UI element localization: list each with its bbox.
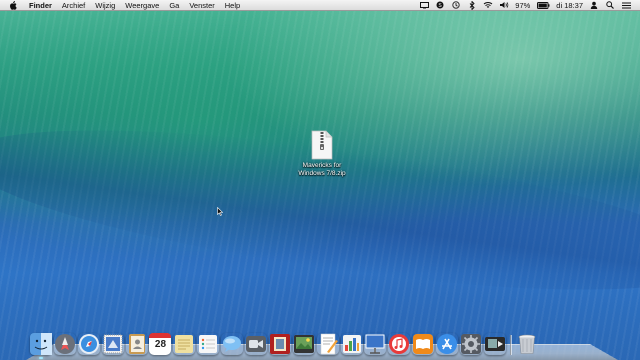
mail-stamp-icon-glyph xyxy=(103,334,123,354)
trash-glyph xyxy=(518,334,536,354)
menu-finder[interactable]: Finder xyxy=(24,0,57,11)
system-preferences-icon-glyph xyxy=(461,334,482,354)
itunes-icon[interactable] xyxy=(388,333,410,355)
photo-slideshow-icon[interactable] xyxy=(484,333,506,355)
safari-icon[interactable] xyxy=(78,333,100,355)
menu-clock[interactable]: di 18:37 xyxy=(556,1,583,10)
messages-icon[interactable] xyxy=(221,333,243,355)
menu-venster[interactable]: Venster xyxy=(184,0,219,11)
photo-booth-icon[interactable] xyxy=(269,333,291,355)
spotlight-icon[interactable] xyxy=(605,0,615,10)
battery-icon[interactable] xyxy=(536,0,550,10)
mouse-cursor-icon xyxy=(217,207,223,216)
desktop-file-zip[interactable]: Mavericks for Windows 7/8.zip xyxy=(291,130,353,177)
menu-weergave[interactable]: Weergave xyxy=(120,0,164,11)
apple-menu-icon[interactable] xyxy=(9,0,18,10)
contacts-icon[interactable] xyxy=(126,333,148,355)
launchpad-icon-glyph xyxy=(54,334,75,354)
time-machine-icon[interactable] xyxy=(451,0,461,10)
iphoto-icon-glyph xyxy=(293,335,314,353)
iphoto-icon[interactable] xyxy=(293,333,315,355)
dock-separator xyxy=(509,335,512,355)
notes-icon[interactable] xyxy=(173,333,195,355)
file-name-line2: Windows 7/8.zip xyxy=(298,169,346,177)
list-icon[interactable] xyxy=(621,0,631,10)
menu-ga[interactable]: Ga xyxy=(164,0,184,11)
skype-icon[interactable]: S xyxy=(435,0,445,10)
display-icon[interactable] xyxy=(419,0,429,10)
running-indicator xyxy=(39,357,43,359)
numbers-icon[interactable] xyxy=(341,333,363,355)
messages-icon-glyph xyxy=(223,336,242,352)
trash-icon[interactable] xyxy=(516,333,538,355)
dock: 28 xyxy=(30,327,616,359)
notes-icon-glyph xyxy=(175,335,194,353)
numbers-icon-glyph xyxy=(342,335,361,353)
photo-slideshow-icon-glyph xyxy=(484,337,505,351)
reminders-icon[interactable] xyxy=(197,333,219,355)
calendar-icon[interactable]: 28 xyxy=(149,333,172,355)
keynote-icon[interactable] xyxy=(364,333,386,355)
facetime-icon-glyph xyxy=(246,336,267,352)
menu-help[interactable]: Help xyxy=(220,0,245,11)
pages-icon[interactable] xyxy=(317,333,339,355)
itunes-icon-glyph xyxy=(389,334,410,354)
wifi-icon[interactable] xyxy=(483,0,493,10)
system-preferences-icon[interactable] xyxy=(460,333,482,355)
mail-stamp-icon[interactable] xyxy=(102,333,124,355)
safari-icon-glyph xyxy=(78,334,99,354)
photo-booth-icon-glyph xyxy=(269,334,290,354)
calendar-header xyxy=(149,333,172,338)
user-icon[interactable] xyxy=(589,0,599,10)
reminders-icon-glyph xyxy=(199,335,218,353)
file-name-line1: Mavericks for xyxy=(302,162,342,169)
ibooks-icon[interactable] xyxy=(412,333,434,355)
battery-percent: 97% xyxy=(515,0,531,10)
zip-archive-icon xyxy=(311,130,333,160)
calendar-day: 28 xyxy=(154,339,167,350)
facetime-icon[interactable] xyxy=(245,333,267,355)
menu-archief[interactable]: Archief xyxy=(57,0,90,11)
volume-icon[interactable] xyxy=(499,0,509,10)
app-store-icon[interactable] xyxy=(436,333,458,355)
app-store-icon-glyph xyxy=(437,334,458,354)
finder-icon-glyph xyxy=(30,333,52,355)
ibooks-icon-glyph xyxy=(413,334,434,354)
keynote-icon-glyph xyxy=(365,334,385,354)
finder-icon[interactable] xyxy=(30,333,52,359)
bluetooth-icon[interactable] xyxy=(467,0,477,10)
menu-extras: S 97% di 18:37 xyxy=(416,0,640,11)
contacts-icon-glyph xyxy=(128,334,145,354)
menu-wijzig[interactable]: Wijzig xyxy=(90,0,120,11)
launchpad-icon[interactable] xyxy=(54,333,76,355)
pages-icon-glyph xyxy=(320,333,338,355)
menu-bar: Finder Archief Wijzig Weergave Ga Venste… xyxy=(0,0,640,11)
file-name-label: Mavericks for Windows 7/8.zip xyxy=(291,162,353,177)
